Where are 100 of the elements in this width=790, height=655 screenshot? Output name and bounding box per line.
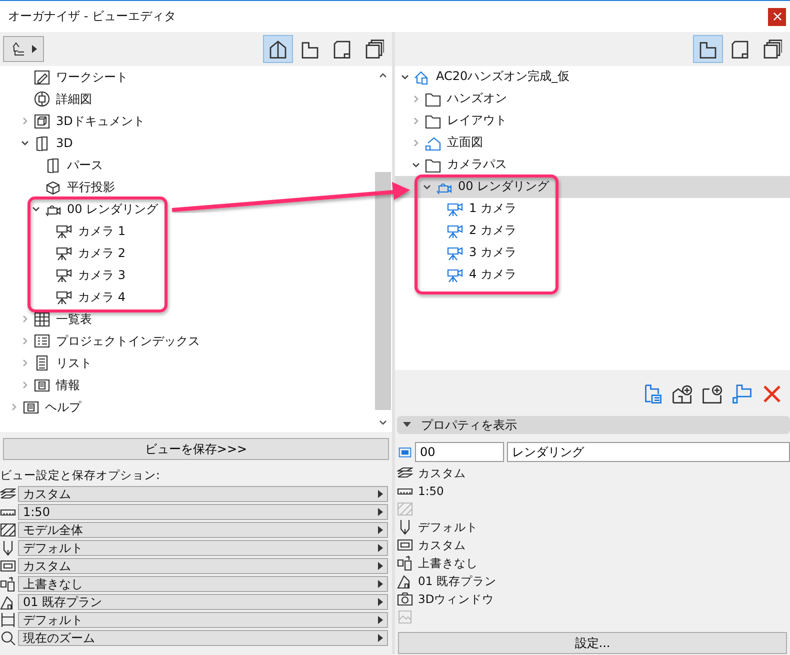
option-dropdown[interactable]: カスタム bbox=[18, 558, 388, 574]
folder-icon bbox=[425, 112, 441, 129]
override-icon bbox=[0, 576, 16, 592]
chevron-down-icon[interactable] bbox=[21, 139, 29, 147]
tree-item[interactable]: ワークシート bbox=[0, 66, 374, 88]
view-icon bbox=[398, 445, 412, 460]
tree-item[interactable]: 4 カメラ bbox=[395, 264, 790, 286]
camera-icon bbox=[56, 289, 72, 305]
option-dropdown[interactable]: 現在のズーム bbox=[18, 630, 388, 646]
tree-item[interactable]: カメラ 1 bbox=[0, 220, 374, 242]
grid-icon bbox=[34, 311, 50, 327]
tree-item[interactable]: 3D bbox=[0, 132, 374, 154]
camera-icon bbox=[447, 200, 463, 217]
collapse-triangle-icon[interactable] bbox=[403, 422, 411, 428]
frame-icon bbox=[0, 558, 16, 574]
camera-icon bbox=[56, 223, 72, 239]
properties-title: プロパティを表示 bbox=[421, 416, 517, 434]
tree-item[interactable]: カメラ 3 bbox=[0, 264, 374, 286]
chevron-down-icon[interactable] bbox=[401, 72, 409, 81]
close-button[interactable] bbox=[768, 8, 786, 26]
sheet-icon bbox=[332, 39, 352, 59]
detail-icon bbox=[34, 91, 50, 107]
tree-item[interactable]: 立面図 bbox=[395, 132, 790, 154]
folder-icon bbox=[425, 90, 441, 107]
folder-move-icon bbox=[732, 384, 752, 404]
stack-icon bbox=[762, 38, 782, 59]
tree-item[interactable]: 3 カメラ bbox=[395, 242, 790, 264]
folder-icon bbox=[425, 156, 441, 173]
property-value: カスタム bbox=[418, 538, 466, 553]
sheet-list-icon bbox=[642, 384, 662, 404]
box-icon bbox=[45, 179, 61, 195]
tree-item[interactable]: 一覧表 bbox=[0, 308, 374, 330]
list-icon bbox=[34, 355, 50, 371]
camera-icon bbox=[56, 267, 72, 283]
tree-item[interactable]: ヘルプ bbox=[0, 396, 374, 418]
toolbar-button[interactable] bbox=[670, 382, 694, 406]
save-view-button[interactable]: ビューを保存>>> bbox=[3, 438, 389, 460]
option-dropdown[interactable]: デフォルト bbox=[18, 612, 388, 628]
property-value: 1:50 bbox=[418, 484, 444, 498]
tree-item[interactable]: 1 カメラ bbox=[395, 198, 790, 220]
sheet-icon bbox=[730, 38, 750, 59]
option-dropdown[interactable]: 01 既存プラン bbox=[18, 594, 388, 610]
document-icon bbox=[23, 399, 39, 415]
chevron-down-icon[interactable] bbox=[32, 205, 40, 213]
navigator-dropdown[interactable] bbox=[3, 36, 44, 62]
chevron-down-icon[interactable] bbox=[412, 160, 420, 169]
view-tab[interactable] bbox=[693, 34, 723, 63]
tree-item[interactable]: カメラ 2 bbox=[0, 242, 374, 264]
tree-item[interactable]: リスト bbox=[0, 352, 374, 374]
tree-item[interactable]: ハンズオン bbox=[395, 88, 790, 110]
options-label: ビュー設定と保存オプション: bbox=[0, 468, 161, 483]
toolbar-button[interactable] bbox=[700, 382, 724, 406]
camera-icon bbox=[447, 222, 463, 239]
scroll-up-icon[interactable] bbox=[379, 72, 387, 78]
view-name-field[interactable]: レンダリング bbox=[507, 442, 790, 462]
tree-item[interactable]: 平行投影 bbox=[0, 176, 374, 198]
option-dropdown[interactable]: モデル全体 bbox=[18, 522, 388, 538]
tree-item[interactable]: 00 レンダリング bbox=[395, 176, 790, 198]
tree-item[interactable]: プロジェクトインデックス bbox=[0, 330, 374, 352]
stack-icon bbox=[364, 39, 384, 59]
property-value: デフォルト bbox=[418, 520, 478, 535]
tree-item[interactable]: 00 レンダリング bbox=[0, 198, 374, 220]
tree-item[interactable]: レイアウト bbox=[395, 110, 790, 132]
box-icon bbox=[45, 157, 61, 173]
option-dropdown[interactable]: 1:50 bbox=[18, 504, 388, 520]
tree-item[interactable]: カメラパス bbox=[395, 154, 790, 176]
house-icon bbox=[414, 68, 430, 85]
property-value: 01 既存プラン bbox=[418, 574, 496, 589]
add-view-icon bbox=[672, 384, 692, 404]
tree-item[interactable]: AC20ハンズオン完成_仮 bbox=[395, 66, 790, 88]
tree-item[interactable]: 3Dドキュメント bbox=[0, 110, 374, 132]
floor-outline-icon bbox=[300, 39, 320, 59]
scroll-down-icon[interactable] bbox=[379, 420, 387, 426]
document-icon bbox=[34, 377, 50, 393]
scroll-thumb[interactable] bbox=[375, 172, 391, 410]
option-dropdown[interactable]: 上書きなし bbox=[18, 576, 388, 592]
window-title: オーガナイザ - ビューエディタ bbox=[8, 8, 176, 25]
pencil-sheet-icon bbox=[34, 69, 50, 85]
property-value: 3Dウィンドウ bbox=[418, 592, 494, 607]
box-icon bbox=[34, 135, 50, 151]
tree-item[interactable]: 2 カメラ bbox=[395, 220, 790, 242]
settings-button[interactable]: 設定... bbox=[398, 632, 787, 654]
cube-frame-icon bbox=[34, 113, 50, 129]
camera-icon bbox=[447, 266, 463, 283]
dimension-icon bbox=[0, 612, 16, 628]
camera-icon bbox=[447, 244, 463, 261]
option-dropdown[interactable]: カスタム bbox=[18, 486, 388, 502]
chevron-down-icon[interactable] bbox=[423, 182, 431, 191]
option-dropdown[interactable]: デフォルト bbox=[18, 540, 388, 556]
properties-header[interactable]: プロパティを表示 bbox=[397, 416, 790, 434]
tree-item[interactable]: カメラ 4 bbox=[0, 286, 374, 308]
view-id-field[interactable]: 00 bbox=[415, 442, 504, 462]
tree-icon bbox=[10, 41, 26, 57]
close-icon bbox=[772, 12, 782, 21]
view-tab[interactable] bbox=[263, 35, 293, 63]
tree-item[interactable]: パース bbox=[0, 154, 374, 176]
tree-item[interactable]: 情報 bbox=[0, 374, 374, 396]
tree-item[interactable]: 詳細図 bbox=[0, 88, 374, 110]
camera-icon bbox=[56, 245, 72, 261]
house-icon bbox=[268, 39, 288, 59]
